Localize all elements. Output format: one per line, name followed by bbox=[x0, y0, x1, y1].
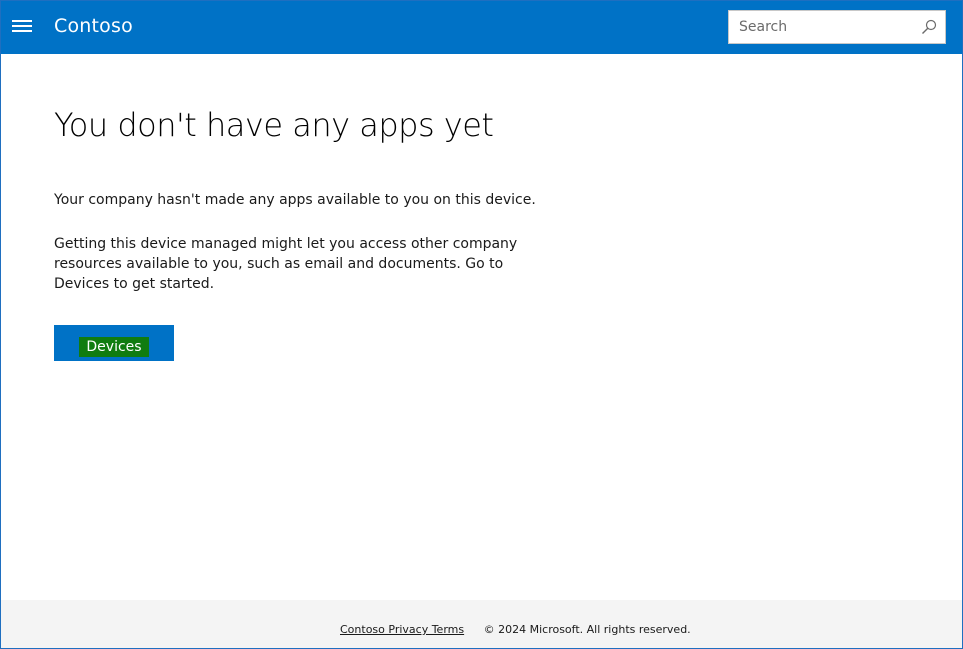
no-apps-message: Your company hasn't made any apps availa… bbox=[54, 192, 536, 208]
search-input[interactable] bbox=[729, 11, 909, 43]
hamburger-menu-icon[interactable] bbox=[12, 18, 34, 34]
page-title: You don't have any apps yet bbox=[54, 106, 494, 144]
footer-content: Contoso Privacy Terms © 2024 Microsoft. … bbox=[340, 623, 691, 636]
search-box[interactable] bbox=[728, 10, 946, 44]
main-content: You don't have any apps yet Your company… bbox=[54, 101, 574, 361]
copyright-text: © 2024 Microsoft. All rights reserved. bbox=[483, 623, 691, 636]
top-bar: Contoso bbox=[1, 1, 962, 54]
devices-button-label: Devices bbox=[79, 337, 149, 357]
devices-button[interactable]: Devices bbox=[54, 325, 174, 361]
brand-title: Contoso bbox=[54, 15, 133, 37]
footer: Contoso Privacy Terms © 2024 Microsoft. … bbox=[1, 600, 962, 648]
app-window: Contoso You don't have any apps yet Your… bbox=[0, 0, 963, 649]
privacy-terms-link[interactable]: Contoso Privacy Terms bbox=[340, 623, 464, 636]
device-managed-message: Getting this device managed might let yo… bbox=[54, 236, 518, 292]
search-icon[interactable] bbox=[921, 19, 937, 35]
